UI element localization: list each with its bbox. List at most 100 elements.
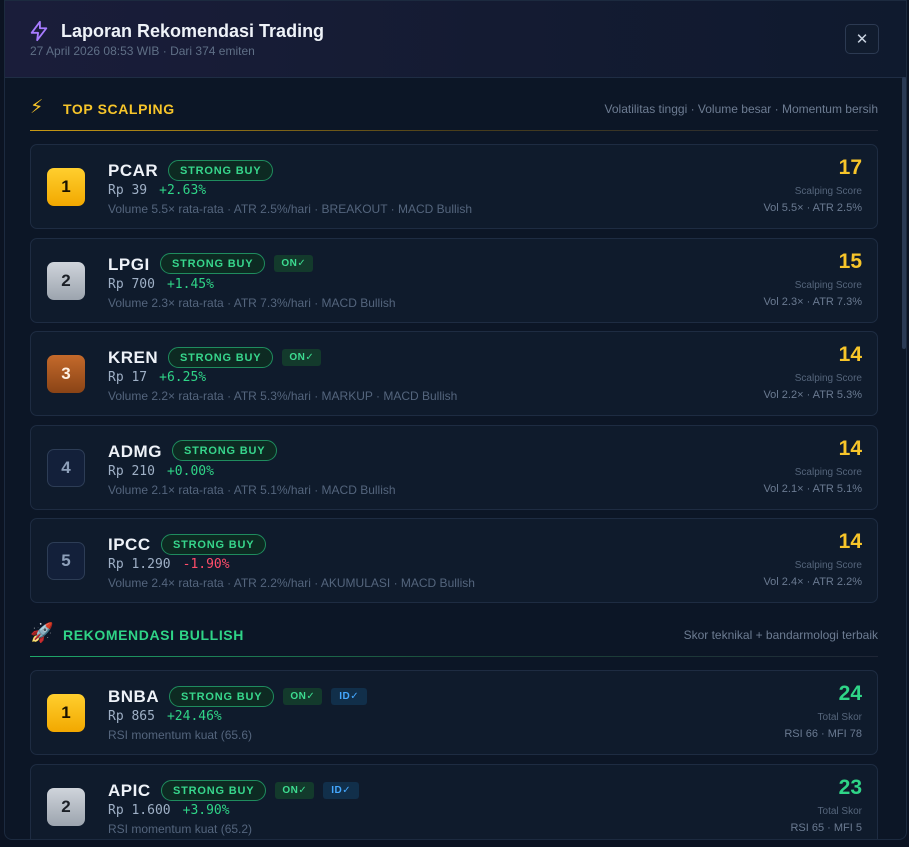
price-row: Rp 700 +1.45%	[108, 277, 214, 292]
score-label: Total Skor	[817, 806, 862, 817]
ticker-symbol: ADMG	[108, 441, 162, 461]
price-row: Rp 1.600 +3.90%	[108, 803, 230, 818]
signal-description: Volume 5.5× rata-rata · ATR 2.5%/hari · …	[108, 202, 473, 216]
signal-description: Volume 2.4× rata-rata · ATR 2.2%/hari · …	[108, 576, 475, 590]
price-change: -1.90%	[182, 557, 230, 572]
score-meta: Vol 5.5× · ATR 2.5%	[763, 202, 862, 214]
stock-card[interactable]: 1 PCAR STRONG BUY Rp 39 +2.63% Volume 5.5× ra…	[30, 144, 878, 229]
score-value: 14	[838, 436, 862, 460]
price-change: +0.00%	[166, 463, 214, 479]
price-value: Rp 210	[108, 463, 155, 479]
price-value: Rp 700	[108, 276, 155, 292]
strong-buy-badge: STRONG BUY	[168, 346, 274, 368]
price-row: Rp 17 +6.25%	[108, 370, 206, 385]
score-meta: Vol 2.4× · ATR 2.2%	[763, 576, 862, 588]
on-badge: ON✓	[282, 348, 322, 366]
rank-badge: 3	[47, 355, 85, 393]
section-divider	[30, 656, 878, 657]
strong-buy-badge: STRONG BUY	[168, 159, 274, 181]
stock-card[interactable]: 2 APIC STRONG BUY ON✓ ID✓ Rp 1.600 +3.90% RSI m…	[30, 764, 878, 839]
price-value: Rp 39	[108, 183, 148, 198]
scrollbar[interactable]	[902, 77, 906, 349]
section-header-bullish: 🚀 REKOMENDASI BULLISH Skor teknikal + ba…	[30, 621, 878, 651]
price-row: Rp 210 +0.00%	[108, 464, 214, 479]
rank-badge: 2	[47, 788, 85, 826]
score-meta: Vol 2.3× · ATR 7.3%	[763, 295, 862, 308]
signal-badges: STRONG BUY ON✓	[160, 253, 314, 275]
rank-badge: 5	[47, 542, 85, 580]
stock-card[interactable]: 2 LPGI STRONG BUY ON✓ Rp 700 +1.45% Volume 2.3…	[30, 237, 878, 323]
score-value: 14	[838, 530, 862, 553]
rocket-icon: 🚀	[30, 623, 54, 644]
ticker-symbol: IPCC	[108, 535, 151, 554]
price-value: Rp 865	[108, 709, 155, 724]
signal-badges: STRONG BUY ON✓ ID✓	[161, 779, 360, 801]
strong-buy-badge: STRONG BUY	[161, 533, 267, 555]
price-change: +1.45%	[166, 276, 214, 292]
ticker-symbol: KREN	[108, 348, 159, 367]
ticker-symbol: BNBA	[108, 687, 160, 706]
strong-buy-badge: STRONG BUY	[160, 253, 266, 274]
on-badge: ON✓	[274, 255, 314, 272]
rank-badge: 1	[47, 694, 85, 732]
high-voltage-icon: ⚡	[30, 97, 44, 118]
stock-card[interactable]: 1 BNBA STRONG BUY ON✓ ID✓ Rp 865 +24.46% RSI mo…	[30, 670, 878, 755]
score-value: 17	[838, 156, 862, 179]
price-row: Rp 1.290 -1.90%	[108, 557, 230, 572]
section-divider	[30, 130, 878, 131]
score-label: Scalping Score	[794, 186, 862, 197]
score-value: 24	[838, 682, 862, 705]
price-row: Rp 39 +2.63%	[108, 183, 206, 198]
section-title-bullish: REKOMENDASI BULLISH	[63, 627, 244, 643]
section-desc-scalping: Volatilitas tinggi · Volume besar · Mome…	[604, 102, 878, 116]
report-timestamp: 27 April 2026 08:53 WIB · Dari 374 emite…	[30, 44, 255, 58]
ticker-symbol: LPGI	[108, 254, 150, 274]
report-modal: Laporan Rekomendasi Trading 27 April 202…	[4, 0, 907, 840]
close-icon: ✕	[855, 31, 869, 48]
signal-description: Volume 2.3× rata-rata · ATR 7.3%/hari · …	[108, 295, 396, 310]
rank-badge: 2	[47, 261, 85, 300]
signal-description: RSI momentum kuat (65.2)	[108, 822, 253, 836]
rank-badge: 4	[47, 448, 85, 487]
close-button[interactable]: ✕	[845, 24, 879, 54]
signal-description: RSI momentum kuat (65.6)	[108, 728, 253, 742]
signal-description: Volume 2.2× rata-rata · ATR 5.3%/hari · …	[108, 389, 458, 403]
stock-card[interactable]: 5 IPCC STRONG BUY Rp 1.290 -1.90% Volume 2.4×…	[30, 518, 878, 603]
score-value: 14	[838, 343, 862, 366]
score-label: Total Skor	[817, 712, 862, 723]
id-badge: ID✓	[331, 687, 368, 705]
score-value: 15	[838, 249, 862, 273]
price-change: +6.25%	[159, 370, 207, 385]
section-desc-bullish: Skor teknikal + bandarmologi terbaik	[683, 628, 878, 642]
ticker-symbol: PCAR	[108, 161, 159, 180]
score-label: Scalping Score	[794, 466, 862, 478]
price-change: +2.63%	[159, 183, 207, 198]
ticker-symbol: APIC	[108, 781, 151, 800]
signal-description: Volume 2.1× rata-rata · ATR 5.1%/hari · …	[108, 482, 396, 497]
score-meta: RSI 66 · MFI 78	[784, 728, 862, 740]
page-title: Laporan Rekomendasi Trading	[61, 21, 325, 41]
score-label: Scalping Score	[794, 279, 862, 291]
signal-badges: STRONG BUY	[161, 533, 267, 555]
rank-badge: 1	[47, 168, 85, 206]
score-meta: Vol 2.2× · ATR 5.3%	[763, 389, 862, 401]
score-meta: RSI 65 · MFI 5	[790, 822, 862, 834]
signal-badges: STRONG BUY	[172, 440, 278, 462]
price-value: Rp 1.290	[108, 557, 171, 572]
signal-badges: STRONG BUY	[168, 159, 274, 181]
score-value: 23	[838, 776, 862, 799]
on-badge: ON✓	[283, 687, 323, 705]
stock-card[interactable]: 3 KREN STRONG BUY ON✓ Rp 17 +6.25% Volume 2.2×…	[30, 331, 878, 416]
lightning-bolt-icon	[30, 20, 48, 42]
strong-buy-badge: STRONG BUY	[161, 779, 267, 801]
price-value: Rp 17	[108, 370, 148, 385]
modal-header: Laporan Rekomendasi Trading 27 April 202…	[5, 1, 906, 78]
score-label: Scalping Score	[794, 373, 862, 384]
price-row: Rp 865 +24.46%	[108, 709, 222, 724]
price-change: +3.90%	[182, 803, 230, 818]
section-title-scalping: TOP SCALPING	[63, 101, 175, 117]
signal-badges: STRONG BUY ON✓ ID✓	[169, 685, 368, 707]
id-badge: ID✓	[323, 781, 360, 799]
stock-card[interactable]: 4 ADMG STRONG BUY Rp 210 +0.00% Volume 2.1× r…	[30, 424, 878, 510]
section-header-scalping: ⚡ TOP SCALPING Volatilitas tinggi · Volu…	[30, 95, 878, 125]
